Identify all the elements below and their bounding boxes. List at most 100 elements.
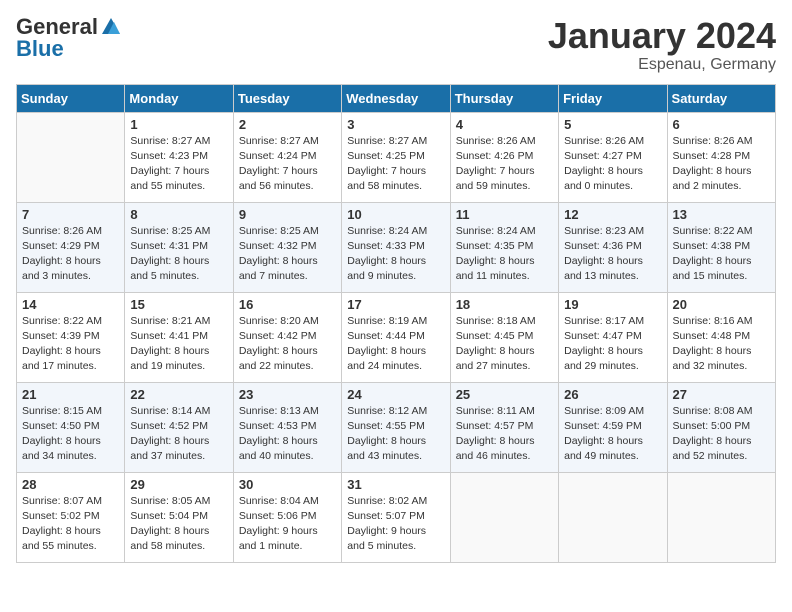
cell-info: Sunrise: 8:26 AM Sunset: 4:27 PM Dayligh…: [564, 134, 661, 195]
calendar-cell: 11Sunrise: 8:24 AM Sunset: 4:35 PM Dayli…: [450, 202, 558, 292]
calendar-cell: [450, 472, 558, 562]
calendar-cell: 16 Sunrise: 8:20 AM Sunset: 4:42 PM Dayli…: [233, 292, 341, 382]
cell-info: Sunrise: 8:02 AM Sunset: 5:07 PM Dayligh…: [347, 494, 444, 555]
day-header: Sunday: [17, 84, 125, 112]
day-number: 8: [130, 207, 227, 222]
day-number: 21: [22, 387, 119, 402]
cell-info: Sunrise: 8:21 AM Sunset: 4:41 PM Dayligh…: [130, 314, 227, 375]
day-number: 1: [130, 117, 227, 132]
calendar-cell: 3 Sunrise: 8:27 AM Sunset: 4:25 PM Daylig…: [342, 112, 450, 202]
calendar-cell: 1 Sunrise: 8:27 AM Sunset: 4:23 PM Daylig…: [125, 112, 233, 202]
day-number: 20: [673, 297, 770, 312]
calendar-cell: 6Sunrise: 8:26 AM Sunset: 4:28 PM Daylig…: [667, 112, 775, 202]
day-number: 14: [22, 297, 119, 312]
cell-info: Sunrise: 8:07 AM Sunset: 5:02 PM Dayligh…: [22, 494, 119, 555]
day-number: 30: [239, 477, 336, 492]
day-number: 5: [564, 117, 661, 132]
calendar-cell: 26 Sunrise: 8:09 AM Sunset: 4:59 PM Dayli…: [559, 382, 667, 472]
calendar-cell: 25 Sunrise: 8:11 AM Sunset: 4:57 PM Dayli…: [450, 382, 558, 472]
calendar-cell: 13 Sunrise: 8:22 AM Sunset: 4:38 PM Dayli…: [667, 202, 775, 292]
cell-info: Sunrise: 8:17 AM Sunset: 4:47 PM Dayligh…: [564, 314, 661, 375]
day-header: Saturday: [667, 84, 775, 112]
calendar-cell: [667, 472, 775, 562]
day-number: 27: [673, 387, 770, 402]
cell-info: Sunrise: 8:14 AM Sunset: 4:52 PM Dayligh…: [130, 404, 227, 465]
cell-info: Sunrise: 8:27 AM Sunset: 4:23 PM Dayligh…: [130, 134, 227, 195]
day-number: 2: [239, 117, 336, 132]
title-area: January 2024 Espenau, Germany: [548, 16, 776, 74]
calendar-cell: 4 Sunrise: 8:26 AM Sunset: 4:26 PM Daylig…: [450, 112, 558, 202]
cell-info: Sunrise: 8:25 AM Sunset: 4:32 PM Dayligh…: [239, 224, 336, 285]
cell-info: Sunrise: 8:23 AM Sunset: 4:36 PM Dayligh…: [564, 224, 661, 285]
day-header: Tuesday: [233, 84, 341, 112]
day-header: Friday: [559, 84, 667, 112]
calendar-cell: 8 Sunrise: 8:25 AM Sunset: 4:31 PM Daylig…: [125, 202, 233, 292]
day-number: 6: [673, 117, 770, 132]
cell-info: Sunrise: 8:20 AM Sunset: 4:42 PM Dayligh…: [239, 314, 336, 375]
logo: General Blue: [16, 16, 122, 60]
day-number: 4: [456, 117, 553, 132]
day-number: 9: [239, 207, 336, 222]
location-text: Espenau, Germany: [548, 56, 776, 74]
cell-info: Sunrise: 8:26 AM Sunset: 4:29 PM Dayligh…: [22, 224, 119, 285]
cell-info: Sunrise: 8:15 AM Sunset: 4:50 PM Dayligh…: [22, 404, 119, 465]
logo-icon: [100, 16, 122, 38]
calendar-cell: 7 Sunrise: 8:26 AM Sunset: 4:29 PM Daylig…: [17, 202, 125, 292]
cell-info: Sunrise: 8:05 AM Sunset: 5:04 PM Dayligh…: [130, 494, 227, 555]
day-number: 17: [347, 297, 444, 312]
calendar-cell: 28 Sunrise: 8:07 AM Sunset: 5:02 PM Dayli…: [17, 472, 125, 562]
day-number: 19: [564, 297, 661, 312]
cell-info: Sunrise: 8:26 AM Sunset: 4:26 PM Dayligh…: [456, 134, 553, 195]
day-number: 10: [347, 207, 444, 222]
day-number: 11: [456, 207, 553, 222]
calendar-cell: 21 Sunrise: 8:15 AM Sunset: 4:50 PM Dayli…: [17, 382, 125, 472]
day-number: 25: [456, 387, 553, 402]
cell-info: Sunrise: 8:27 AM Sunset: 4:25 PM Dayligh…: [347, 134, 444, 195]
day-number: 28: [22, 477, 119, 492]
page-header: General Blue January 2024 Espenau, Germa…: [16, 16, 776, 74]
day-number: 22: [130, 387, 227, 402]
cell-info: Sunrise: 8:13 AM Sunset: 4:53 PM Dayligh…: [239, 404, 336, 465]
day-header: Thursday: [450, 84, 558, 112]
calendar-cell: 27Sunrise: 8:08 AM Sunset: 5:00 PM Dayli…: [667, 382, 775, 472]
logo-general-text: General: [16, 16, 98, 38]
cell-info: Sunrise: 8:19 AM Sunset: 4:44 PM Dayligh…: [347, 314, 444, 375]
day-number: 31: [347, 477, 444, 492]
calendar-cell: 5 Sunrise: 8:26 AM Sunset: 4:27 PM Daylig…: [559, 112, 667, 202]
cell-info: Sunrise: 8:24 AM Sunset: 4:33 PM Dayligh…: [347, 224, 444, 285]
cell-info: Sunrise: 8:18 AM Sunset: 4:45 PM Dayligh…: [456, 314, 553, 375]
calendar-cell: 12 Sunrise: 8:23 AM Sunset: 4:36 PM Dayli…: [559, 202, 667, 292]
cell-info: Sunrise: 8:09 AM Sunset: 4:59 PM Dayligh…: [564, 404, 661, 465]
calendar-week-row: 28 Sunrise: 8:07 AM Sunset: 5:02 PM Dayli…: [17, 472, 776, 562]
calendar-table: SundayMondayTuesdayWednesdayThursdayFrid…: [16, 84, 776, 563]
calendar-cell: 10 Sunrise: 8:24 AM Sunset: 4:33 PM Dayli…: [342, 202, 450, 292]
calendar-cell: 15 Sunrise: 8:21 AM Sunset: 4:41 PM Dayli…: [125, 292, 233, 382]
calendar-cell: 17 Sunrise: 8:19 AM Sunset: 4:44 PM Dayli…: [342, 292, 450, 382]
calendar-cell: 29 Sunrise: 8:05 AM Sunset: 5:04 PM Dayli…: [125, 472, 233, 562]
logo-blue-text: Blue: [16, 38, 64, 60]
cell-info: Sunrise: 8:27 AM Sunset: 4:24 PM Dayligh…: [239, 134, 336, 195]
day-number: 13: [673, 207, 770, 222]
cell-info: Sunrise: 8:22 AM Sunset: 4:38 PM Dayligh…: [673, 224, 770, 285]
calendar-cell: 14 Sunrise: 8:22 AM Sunset: 4:39 PM Dayli…: [17, 292, 125, 382]
day-number: 12: [564, 207, 661, 222]
cell-info: Sunrise: 8:04 AM Sunset: 5:06 PM Dayligh…: [239, 494, 336, 555]
cell-info: Sunrise: 8:11 AM Sunset: 4:57 PM Dayligh…: [456, 404, 553, 465]
calendar-cell: 22 Sunrise: 8:14 AM Sunset: 4:52 PM Dayli…: [125, 382, 233, 472]
day-number: 24: [347, 387, 444, 402]
day-number: 16: [239, 297, 336, 312]
day-number: 23: [239, 387, 336, 402]
day-number: 3: [347, 117, 444, 132]
calendar-cell: 18 Sunrise: 8:18 AM Sunset: 4:45 PM Dayli…: [450, 292, 558, 382]
day-number: 15: [130, 297, 227, 312]
day-number: 26: [564, 387, 661, 402]
day-number: 29: [130, 477, 227, 492]
day-number: 7: [22, 207, 119, 222]
cell-info: Sunrise: 8:25 AM Sunset: 4:31 PM Dayligh…: [130, 224, 227, 285]
day-header: Wednesday: [342, 84, 450, 112]
cell-info: Sunrise: 8:22 AM Sunset: 4:39 PM Dayligh…: [22, 314, 119, 375]
calendar-cell: 23 Sunrise: 8:13 AM Sunset: 4:53 PM Dayli…: [233, 382, 341, 472]
cell-info: Sunrise: 8:16 AM Sunset: 4:48 PM Dayligh…: [673, 314, 770, 375]
day-number: 18: [456, 297, 553, 312]
calendar-cell: 19 Sunrise: 8:17 AM Sunset: 4:47 PM Dayli…: [559, 292, 667, 382]
